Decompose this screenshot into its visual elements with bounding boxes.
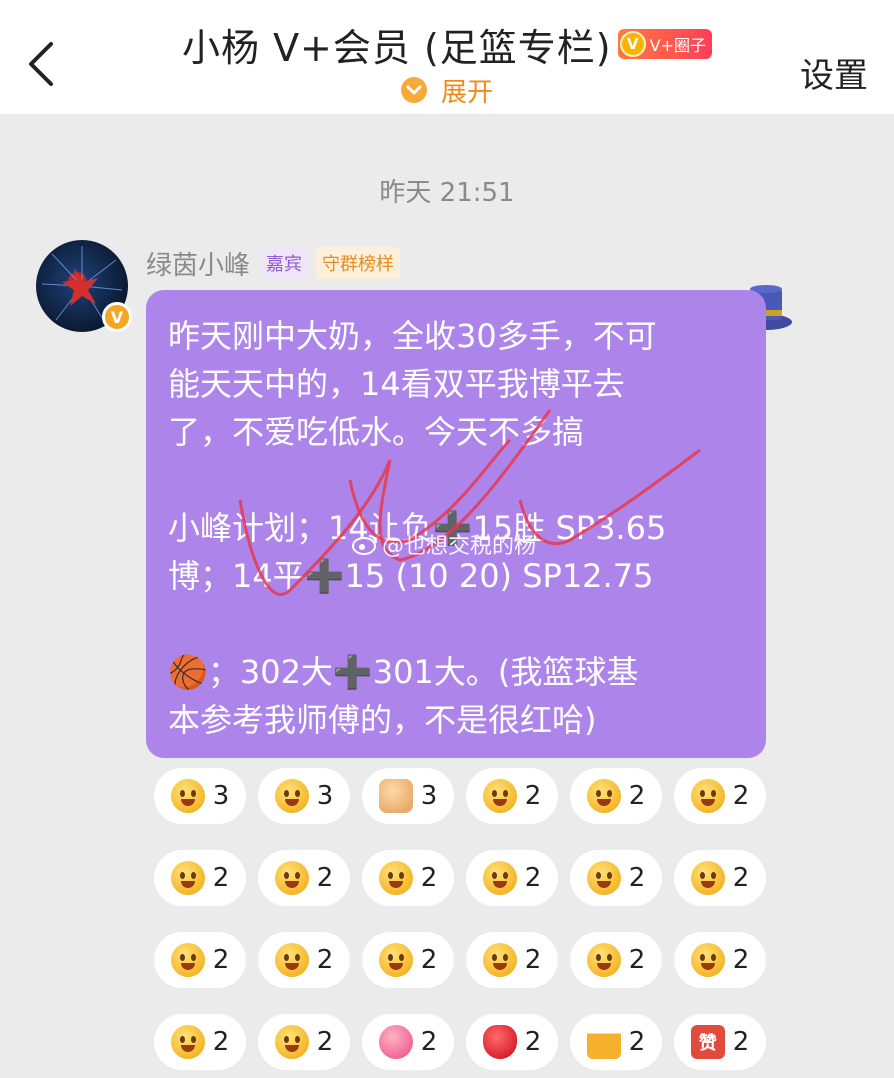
love-face-icon (274, 943, 309, 977)
watermark-text: @也想交税的杨 (382, 534, 537, 559)
reaction-count: 2 (212, 1027, 230, 1057)
laugh-face-icon (586, 779, 621, 813)
cute-face-icon (378, 943, 413, 977)
reaction-pill[interactable]: 3 (154, 768, 246, 824)
think-face-icon (482, 943, 517, 977)
reaction-pill[interactable]: 2 (674, 850, 766, 906)
reaction-pill[interactable]: 2 (362, 1014, 454, 1070)
reaction-pill[interactable]: 2 (466, 932, 558, 988)
reaction-count: 2 (732, 1027, 750, 1057)
reaction-count: 2 (212, 945, 230, 975)
reaction-count: 2 (628, 863, 646, 893)
guard-tag: 守群榜样 (316, 247, 401, 279)
expand-button[interactable]: 展开 (0, 74, 894, 108)
heart-eyes-face-icon (274, 861, 309, 895)
reaction-count: 2 (420, 1027, 438, 1057)
reaction-count: 2 (420, 945, 438, 975)
reaction-pill[interactable]: 2 (154, 932, 246, 988)
top-bar: 小杨 V+会员 (足篮专栏) V V+圈子 展开 设置 (0, 0, 894, 114)
reaction-pill[interactable]: 2 (570, 850, 662, 906)
watermark: @也想交税的杨 (352, 528, 536, 560)
reaction-pill[interactable]: 2 (466, 850, 558, 906)
guest-tag: 嘉宾 (260, 247, 309, 279)
reaction-count: 2 (524, 863, 542, 893)
reaction-pill[interactable]: 2 (466, 1014, 558, 1070)
reaction-count: 2 (732, 945, 750, 975)
headband-face-icon (170, 1025, 205, 1059)
message-paragraph-1: 昨天刚中大奶，全收30多手，不可 能天天中的，14看双平我博平去 了，不爱吃低水… (168, 317, 657, 451)
666-face-icon (378, 861, 413, 895)
smirk-face-icon (482, 861, 517, 895)
reaction-pill[interactable]: 赞2 (674, 1014, 766, 1070)
reaction-count: 2 (316, 1027, 334, 1057)
message-paragraph-3: 🏀；302大➕301大。(我篮球基 本参考我师傅的，不是很红哈) (168, 653, 639, 739)
reaction-count: 2 (524, 945, 542, 975)
reaction-pill[interactable]: 2 (258, 850, 350, 906)
reaction-count: 2 (628, 945, 646, 975)
thumbs-up-icon (378, 779, 413, 813)
vplus-badge[interactable]: V V+圈子 (617, 29, 712, 59)
page-title: 小杨 V+会员 (足篮专栏) (181, 25, 612, 70)
beer-cheers-icon (586, 1025, 621, 1059)
reaction-pill[interactable]: 2 (258, 932, 350, 988)
reaction-pill[interactable]: 2 (258, 1014, 350, 1070)
reaction-pill[interactable]: 3 (258, 768, 350, 824)
expand-label: 展开 (440, 77, 493, 108)
rainbow-face-icon (690, 861, 725, 895)
sender-name[interactable]: 绿茵小峰 (146, 245, 250, 282)
flower-face-icon (170, 943, 205, 977)
reaction-count: 2 (732, 863, 750, 893)
hero-face-icon (274, 1025, 309, 1059)
reaction-count: 2 (316, 863, 334, 893)
chevron-down-icon (400, 77, 427, 103)
kiss-face-icon (690, 779, 725, 813)
reaction-pill[interactable]: 2 (570, 932, 662, 988)
reaction-pill[interactable]: 2 (674, 768, 766, 824)
reaction-pill[interactable]: 2 (362, 850, 454, 906)
reaction-count: 2 (628, 1027, 646, 1057)
wink-face-icon (586, 943, 621, 977)
reaction-pill[interactable]: 2 (570, 1014, 662, 1070)
reaction-count: 2 (212, 863, 230, 893)
reaction-pill[interactable]: 2 (674, 932, 766, 988)
reaction-pill[interactable]: 2 (570, 768, 662, 824)
reaction-pill[interactable]: 2 (154, 1014, 246, 1070)
reaction-grid: 33322222222222222222222赞2 (154, 768, 774, 1070)
avatar[interactable]: V (36, 240, 132, 332)
vplus-coin-icon: V (619, 31, 646, 57)
reaction-count: 2 (316, 945, 334, 975)
title-row: 小杨 V+会员 (足篮专栏) V V+圈子 (0, 18, 894, 70)
reaction-pill[interactable]: 3 (362, 768, 454, 824)
reaction-count: 3 (316, 781, 334, 811)
reaction-count: 2 (524, 1027, 542, 1057)
zan-badge-icon: 赞 (690, 1025, 725, 1059)
reaction-count: 2 (732, 781, 750, 811)
shy-face-icon (170, 779, 205, 813)
message-timestamp: 昨天 21:51 (379, 178, 515, 208)
reaction-count: 3 (420, 781, 438, 811)
surprised-face-icon (274, 779, 309, 813)
reaction-pill[interactable]: 2 (362, 932, 454, 988)
reaction-pill[interactable]: 2 (466, 768, 558, 824)
grin-face-icon (482, 779, 517, 813)
message-bubble[interactable]: 昨天刚中大奶，全收30多手，不可 能天天中的，14看双平我博平去 了，不爱吃低水… (146, 290, 766, 758)
reaction-count: 2 (420, 863, 438, 893)
cry-laugh-face-icon (690, 943, 725, 977)
reaction-count: 2 (524, 781, 542, 811)
sender-row: 绿茵小峰 嘉宾 守群榜样 (146, 245, 408, 282)
pink-heart-icon (378, 1025, 413, 1059)
red-heart-icon (482, 1025, 517, 1059)
reaction-count: 3 (212, 781, 230, 811)
cheer-face-icon (586, 861, 621, 895)
reaction-count: 2 (628, 781, 646, 811)
weibo-logo-icon (352, 535, 377, 555)
shock-face-icon (170, 861, 205, 895)
verified-badge-icon: V (102, 302, 132, 332)
settings-button[interactable]: 设置 (800, 48, 868, 97)
vplus-badge-label: V+圈子 (649, 36, 706, 55)
reaction-pill[interactable]: 2 (154, 850, 246, 906)
